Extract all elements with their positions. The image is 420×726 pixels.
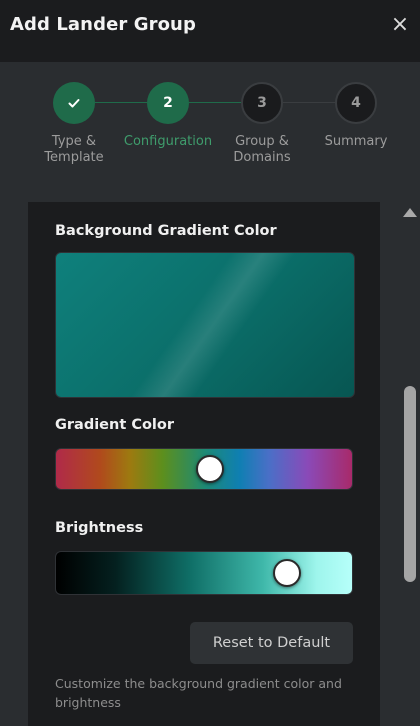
configuration-panel: Background Gradient Color Gradient Color… (28, 202, 380, 726)
gradient-color-title: Gradient Color (55, 417, 175, 433)
gradient-preview (55, 252, 355, 398)
step-1-label: Type & Template (24, 134, 124, 166)
step-connector (189, 102, 241, 103)
step-3[interactable]: 3 (241, 82, 283, 124)
bg-gradient-title: Background Gradient Color (55, 223, 277, 239)
dialog-header: Add Lander Group × (0, 0, 420, 62)
stepper: 2 3 4 Type & Template Configuration Grou… (0, 62, 420, 202)
dialog-title: Add Lander Group (10, 14, 196, 35)
gradient-color-slider-thumb[interactable] (195, 455, 224, 483)
reset-to-default-button[interactable]: Reset to Default (190, 622, 353, 664)
brightness-slider-thumb[interactable] (272, 559, 301, 587)
brightness-title: Brightness (55, 520, 144, 536)
close-icon[interactable]: × (390, 14, 410, 36)
step-1-label-line2: Template (44, 150, 104, 165)
scrollbar-thumb[interactable] (404, 386, 416, 582)
step-4-label-line1: Summary (324, 134, 388, 149)
step-4[interactable]: 4 (335, 82, 377, 124)
help-text: Customize the background gradient color … (55, 676, 342, 710)
step-2-label: Configuration (118, 134, 218, 150)
brightness-slider[interactable] (55, 551, 353, 595)
step-connector (95, 102, 147, 103)
check-icon (68, 99, 80, 108)
step-3-label: Group & Domains (212, 134, 312, 166)
step-3-label-line2: Domains (233, 150, 291, 165)
step-2-label-line1: Configuration (123, 134, 213, 149)
step-connector (283, 102, 335, 103)
step-2-active[interactable]: 2 (147, 82, 189, 124)
step-1-completed[interactable] (53, 82, 95, 124)
gradient-color-slider[interactable] (55, 448, 353, 490)
scroll-up-arrow-icon[interactable] (403, 208, 417, 217)
step-3-label-line1: Group & (235, 134, 289, 149)
step-4-label: Summary (306, 134, 406, 150)
step-1-label-line1: Type & (51, 134, 97, 149)
